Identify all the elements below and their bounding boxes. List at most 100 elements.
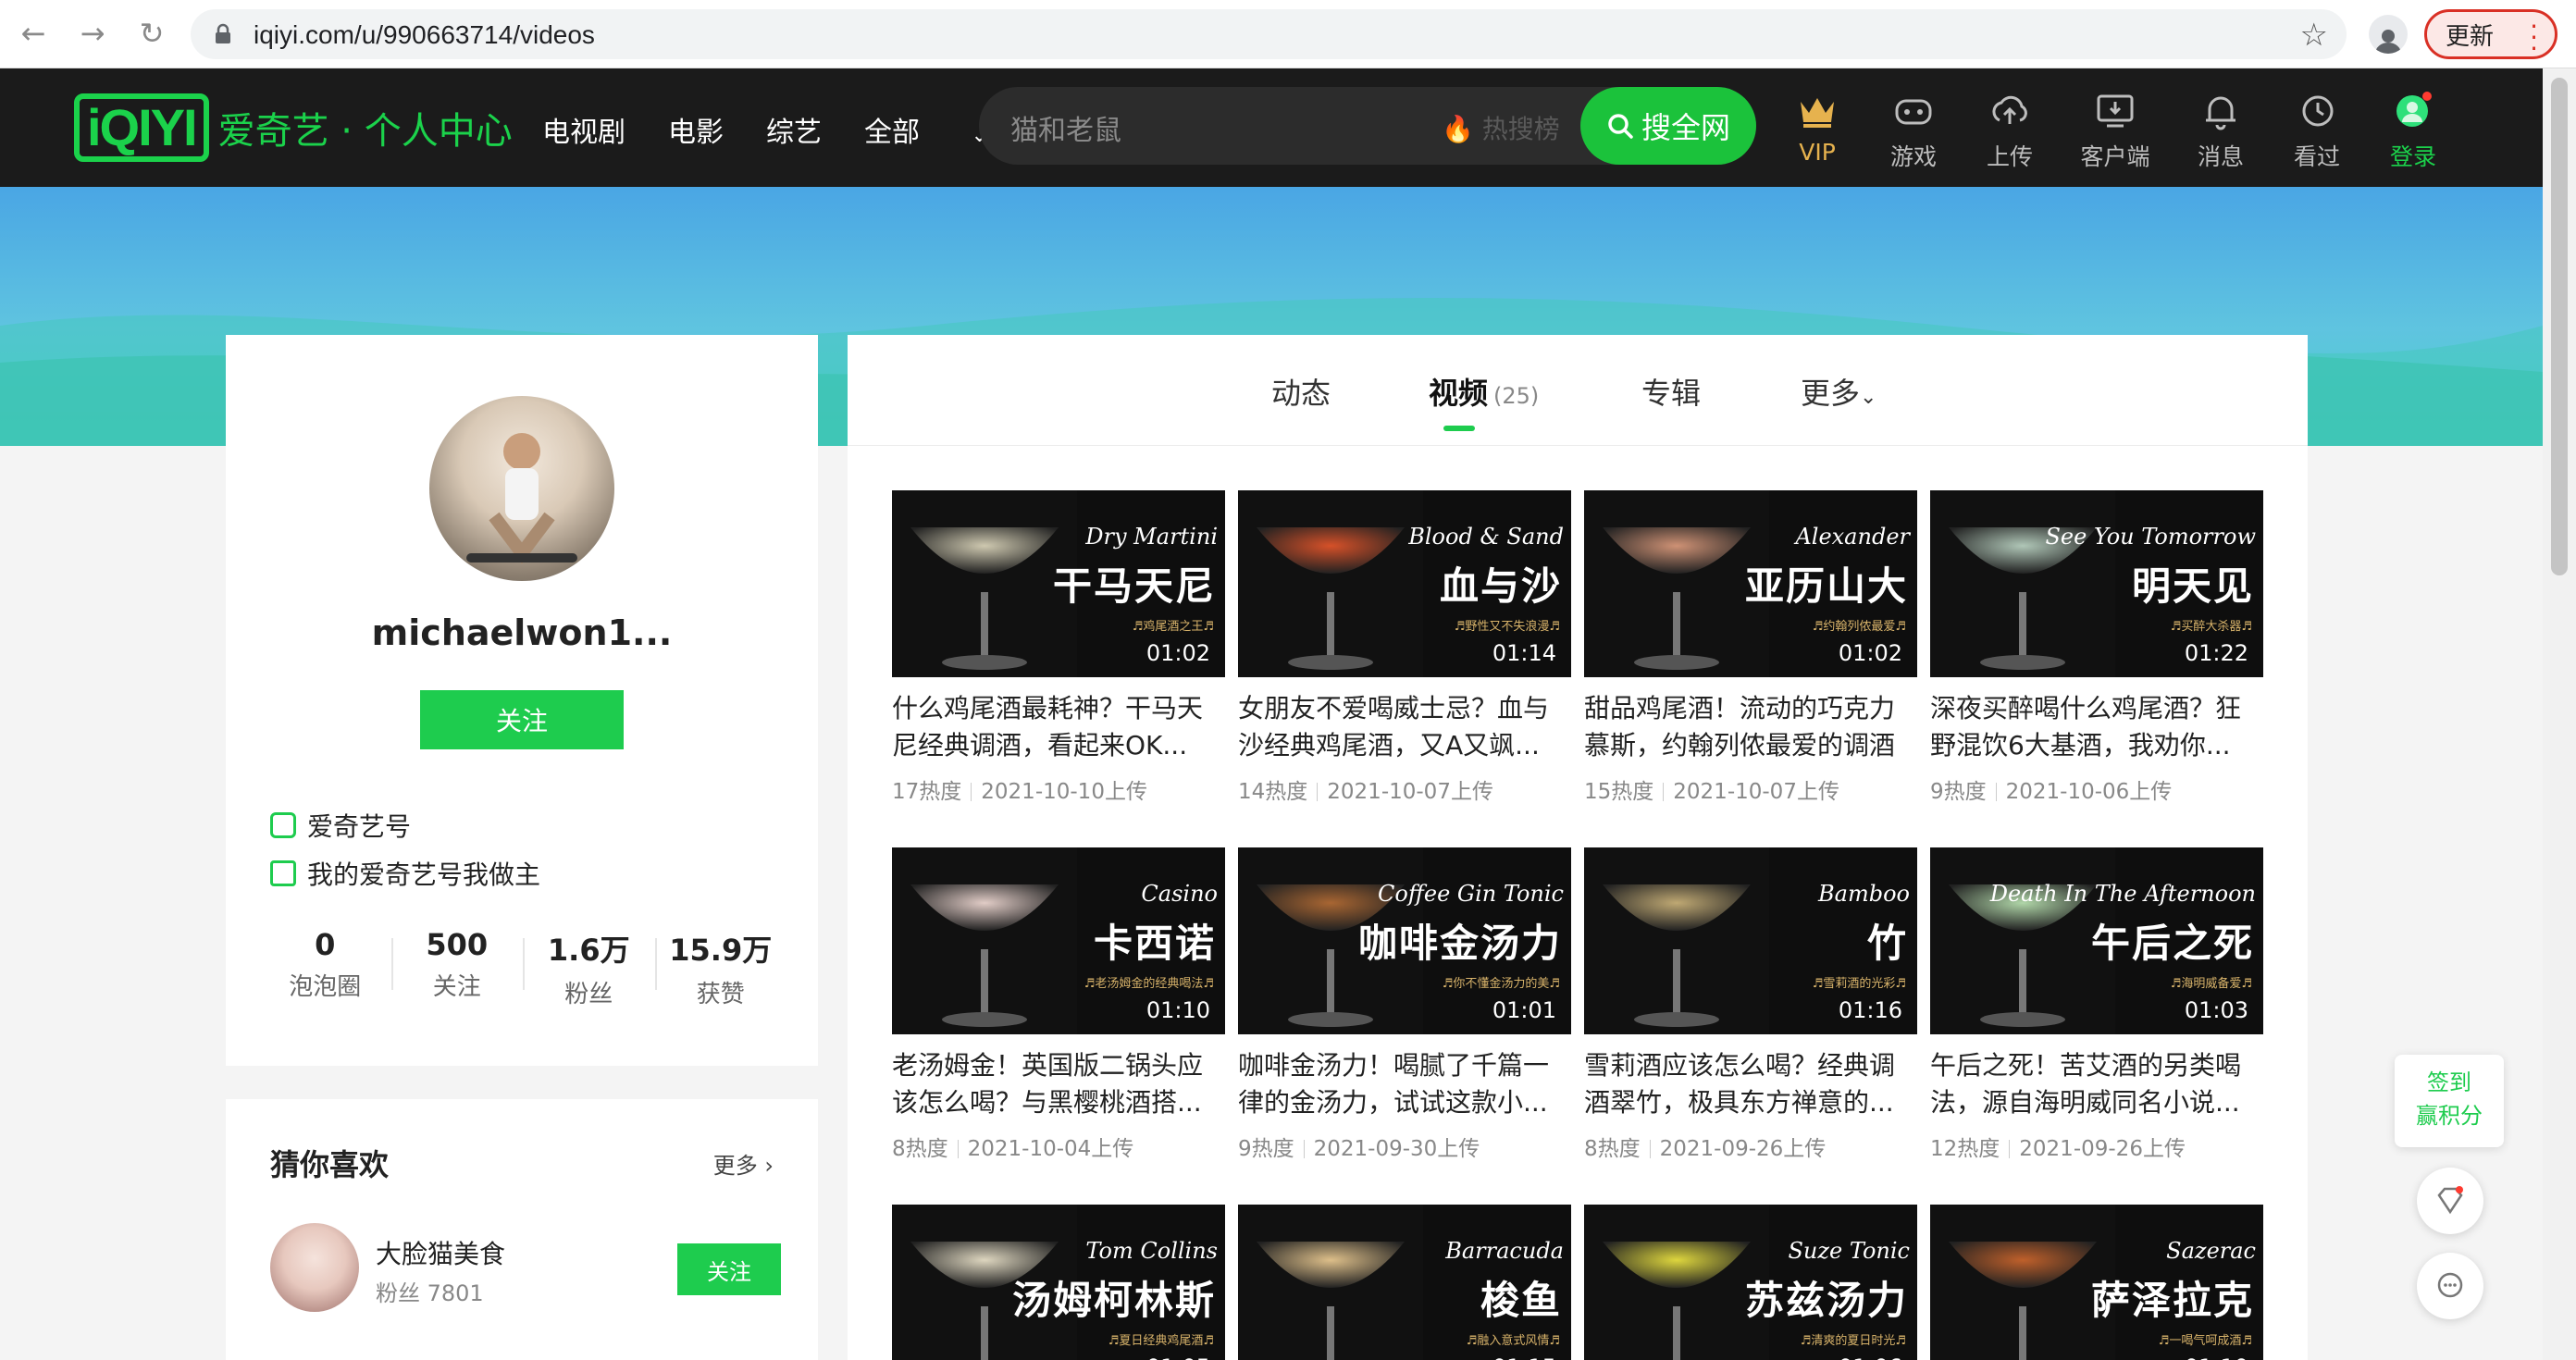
video-title[interactable]: 女朋友不爱喝威士忌？血与沙经典鸡尾酒，又A又飒... [1238,690,1571,764]
video-duration: 01:15 [1492,1354,1556,1360]
video-thumbnail[interactable]: Dry Martini 干马天尼 ♬鸡尾酒之王♬ 01:02 [892,490,1225,677]
recommend-user-avatar[interactable] [270,1223,359,1312]
search-box[interactable]: 猫和老鼠 🔥 热搜榜 搜全网 [979,87,1756,165]
video-meta: 8热度 2021-09-26上传 [1584,1131,1917,1162]
video-upload-date: 2021-10-07上传 [1673,780,1839,804]
video-card[interactable]: Casino 卡西诺 ♬老汤姆金的经典喝法♬ 01:10 老汤姆金！英国版二锅头应该怎么… [892,847,1225,1162]
video-duration: 01:06 [1839,1354,1902,1360]
video-heat: 9热度 [1930,780,1987,804]
video-thumbnail[interactable]: Barracuda 梭鱼 ♬融入意式风情♬ 01:15 [1238,1205,1571,1360]
search-button[interactable]: 搜全网 [1580,87,1756,165]
video-thumbnail[interactable]: Alexander 亚历山大 ♬约翰列侬最爱♬ 01:02 [1584,490,1917,677]
video-card[interactable]: Suze Tonic 苏兹汤力 ♬清爽的夏日时光♬ 01:06 [1584,1205,1917,1360]
bookmark-star-icon[interactable]: ☆ [2300,17,2328,54]
video-title[interactable]: 深夜买醉喝什么鸡尾酒？狂野混饮6大基酒，我劝你... [1930,690,2263,764]
recommend-user-name[interactable]: 大脸猫美食 [376,1234,505,1271]
video-thumbnail[interactable]: Coffee Gin Tonic 咖啡金汤力 ♬你不懂金汤力的美♬ 01:01 [1238,847,1571,1034]
video-card[interactable]: Barracuda 梭鱼 ♬融入意式风情♬ 01:15 [1238,1205,1571,1360]
recommend-more-link[interactable]: 更多 › [713,1147,774,1180]
video-english-title: Tom Collins [1085,1238,1218,1264]
video-title[interactable]: 老汤姆金！英国版二锅头应该怎么喝？与黑樱桃酒搭... [892,1047,1225,1121]
video-thumbnail[interactable]: Blood & Sand 血与沙 ♬野性又不失浪漫♬ 01:14 [1238,490,1571,677]
video-title[interactable]: 午后之死！苦艾酒的另类喝法，源自海明威同名小说... [1930,1047,2263,1121]
vip-button[interactable]: VIP [1769,91,1865,172]
video-thumbnail[interactable]: Bamboo 竹 ♬雪莉酒的光彩♬ 01:16 [1584,847,1917,1034]
browser-profile-icon[interactable] [2369,15,2408,54]
video-card[interactable]: Sazerac 萨泽拉克 ♬一喝气呵成酒♬ 01:10 [1930,1205,2263,1360]
address-bar[interactable]: iqiyi.com/u/990663714/videos ☆ [191,9,2347,59]
video-thumbnail[interactable]: Tom Collins 汤姆柯林斯 ♬夏日经典鸡尾酒♬ 01:05 [892,1205,1225,1360]
nav-item-tv[interactable]: 电视剧 [542,109,625,150]
gift-float-button[interactable] [2417,1168,2483,1234]
video-upload-date: 2021-09-30上传 [1313,1137,1480,1161]
video-title[interactable]: 雪莉酒应该怎么喝？经典调酒翠竹，极具东方禅意的... [1584,1047,1917,1121]
desktop-download-icon [2097,94,2134,128]
recommend-user-fans: 粉丝 7801 [376,1280,484,1306]
video-thumbnail[interactable]: Death In The Afternoon 午后之死 ♬海明威备爱♬ 01:03 [1930,847,2263,1034]
video-meta: 9热度 2021-10-06上传 [1930,773,2263,805]
video-card[interactable]: See You Tomorrow 明天见 ♬买醉大杀器♬ 01:22 深夜买醉喝什么鸡尾… [1930,490,2263,805]
login-avatar-icon [2396,92,2432,127]
video-card[interactable]: Dry Martini 干马天尼 ♬鸡尾酒之王♬ 01:02 什么鸡尾酒最耗神？干马天尼… [892,490,1225,805]
video-thumbnail[interactable]: Sazerac 萨泽拉克 ♬一喝气呵成酒♬ 01:10 [1930,1205,2263,1360]
message-button[interactable]: 消息 [2173,91,2269,172]
video-title[interactable]: 什么鸡尾酒最耗神？干马天尼经典调酒，看起来OK... [892,690,1225,764]
feedback-float-button[interactable] [2417,1253,2483,1319]
divider [1995,783,1997,801]
video-meta: 15热度 2021-10-07上传 [1584,773,1917,805]
scrollbar-thumb[interactable] [2551,78,2568,575]
forward-arrow-icon[interactable]: → [72,13,113,54]
video-title[interactable]: 甜品鸡尾酒！流动的巧克力慕斯，约翰列侬最爱的调酒 [1584,690,1917,764]
tab-more[interactable]: 更多⌄ [1801,370,1876,413]
stat-bubble-circle[interactable]: 0 泡泡圈 [259,927,391,1009]
stat-label: 获赞 [696,981,745,1008]
client-download-button[interactable]: 客户端 [2058,91,2173,172]
divider [1317,783,1319,801]
nav-item-variety[interactable]: 综艺 [766,109,822,150]
video-title[interactable]: 咖啡金汤力！喝腻了千篇一律的金汤力，试试这款小... [1238,1047,1571,1121]
history-button[interactable]: 看过 [2269,91,2365,172]
video-card[interactable]: Alexander 亚历山大 ♬约翰列侬最爱♬ 01:02 甜品鸡尾酒！流动的巧克力慕斯… [1584,490,1917,805]
video-chinese-title: 卡西诺 [1093,921,1216,966]
video-card[interactable]: Death In The Afternoon 午后之死 ♬海明威备爱♬ 01:03 午后… [1930,847,2263,1162]
reload-icon[interactable]: ↻ [131,13,172,54]
tab-albums[interactable]: 专辑 [1641,370,1701,413]
avatar[interactable] [429,396,614,581]
video-card[interactable]: Coffee Gin Tonic 咖啡金汤力 ♬你不懂金汤力的美♬ 01:01 咖啡金汤… [1238,847,1571,1162]
video-card[interactable]: Blood & Sand 血与沙 ♬野性又不失浪漫♬ 01:14 女朋友不爱喝威士忌？血… [1238,490,1571,805]
upload-button[interactable]: 上传 [1962,91,2058,172]
recommend-follow-button[interactable]: 关注 [677,1243,781,1295]
video-thumbnail[interactable]: See You Tomorrow 明天见 ♬买醉大杀器♬ 01:22 [1930,490,2263,677]
search-icon [1608,114,1633,139]
video-card[interactable]: Bamboo 竹 ♬雪莉酒的光彩♬ 01:16 雪莉酒应该怎么喝？经典调酒翠竹，极具东方… [1584,847,1917,1162]
history-icon [2302,95,2334,127]
page-scrollbar[interactable] [2543,68,2576,1360]
nav-item-movie[interactable]: 电影 [668,109,724,150]
sign-in-reward-button[interactable]: 签到 赢积分 [2395,1055,2504,1147]
follow-button[interactable]: 关注 [420,690,624,749]
cocktail-glass-image [1930,1205,2115,1360]
video-english-title: Barracuda [1445,1238,1564,1264]
hot-search-link[interactable]: 🔥 热搜榜 [1442,109,1560,146]
back-arrow-icon[interactable]: ← [13,13,54,54]
game-button[interactable]: 游戏 [1865,91,1962,172]
upload-label: 上传 [1986,143,2033,170]
site-logo[interactable]: iQIYI 爱奇艺 · 个人中心 [74,91,513,165]
divider [957,1140,959,1158]
browser-update-button[interactable]: 更新 · · · [2424,9,2557,62]
login-button[interactable]: 登录 [2365,91,2461,172]
more-vert-icon[interactable]: · · · [2530,14,2538,62]
video-subtitle: ♬老汤姆金的经典喝法♬ [1084,977,1214,991]
stat-fans[interactable]: 1.6万 粉丝 [523,927,655,1009]
tab-videos[interactable]: 视频 (25) [1429,370,1539,431]
tab-activity[interactable]: 动态 [1271,370,1331,413]
search-input[interactable]: 猫和老鼠 [1010,107,1121,148]
video-thumbnail[interactable]: Casino 卡西诺 ♬老汤姆金的经典喝法♬ 01:10 [892,847,1225,1034]
video-card[interactable]: Tom Collins 汤姆柯林斯 ♬夏日经典鸡尾酒♬ 01:05 [892,1205,1225,1360]
client-label: 客户端 [2080,143,2150,170]
video-upload-date: 2021-09-26上传 [2019,1137,2186,1161]
video-thumbnail[interactable]: Suze Tonic 苏兹汤力 ♬清爽的夏日时光♬ 01:06 [1584,1205,1917,1360]
video-chinese-title: 午后之死 [2090,921,2254,966]
stat-following[interactable]: 500 关注 [390,927,524,1009]
video-meta: 14热度 2021-10-07上传 [1238,773,1571,805]
